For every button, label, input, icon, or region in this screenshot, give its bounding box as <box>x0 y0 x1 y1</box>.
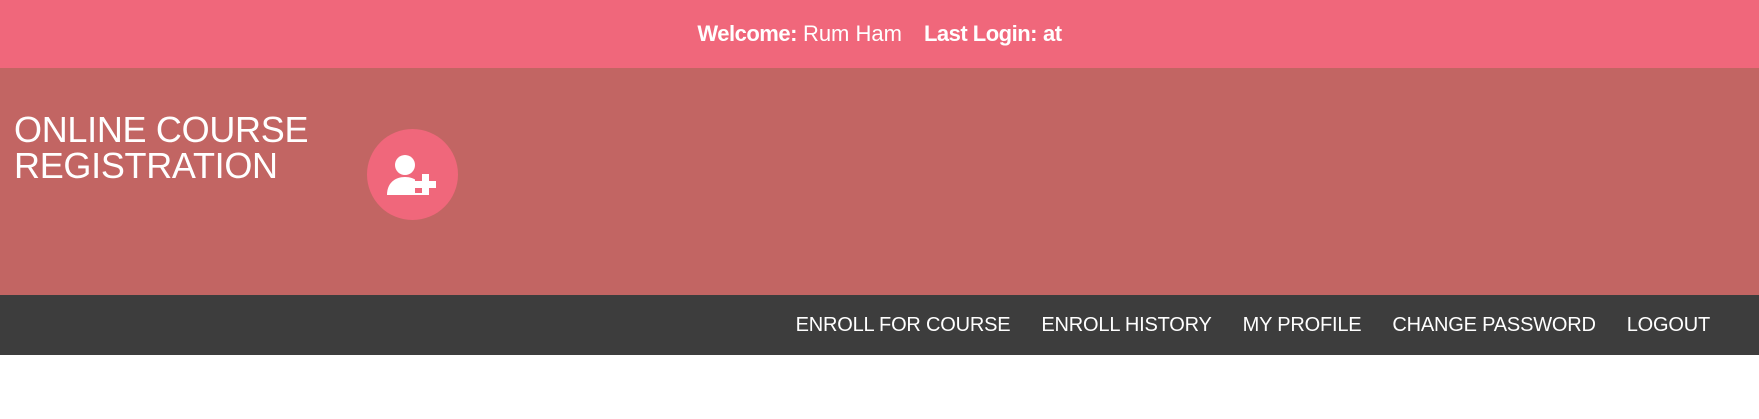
last-login-value: at <box>1043 21 1062 46</box>
header-band: ONLINE COURSE REGISTRATION <box>0 68 1759 295</box>
nav-enroll-history[interactable]: ENROLL HISTORY <box>1041 314 1211 337</box>
nav-change-password[interactable]: CHANGE PASSWORD <box>1392 314 1596 337</box>
main-nav: ENROLL FOR COURSE ENROLL HISTORY MY PROF… <box>0 295 1759 355</box>
welcome-label: Welcome: <box>697 21 797 46</box>
nav-enroll-for-course[interactable]: ENROLL FOR COURSE <box>796 314 1011 337</box>
logo <box>367 129 458 220</box>
welcome-user-name: Rum Ham <box>802 21 902 46</box>
nav-my-profile[interactable]: MY PROFILE <box>1243 314 1362 337</box>
last-login-label: Last Login: <box>923 21 1038 46</box>
top-bar: Welcome: Rum Ham Last Login: at <box>0 0 1759 68</box>
last-login: Last Login: at <box>924 21 1062 47</box>
nav-list: ENROLL FOR COURSE ENROLL HISTORY MY PROF… <box>796 295 1711 355</box>
site-title: ONLINE COURSE REGISTRATION <box>14 109 309 186</box>
nav-logout[interactable]: LOGOUT <box>1627 314 1710 337</box>
user-plus-icon <box>386 154 437 195</box>
